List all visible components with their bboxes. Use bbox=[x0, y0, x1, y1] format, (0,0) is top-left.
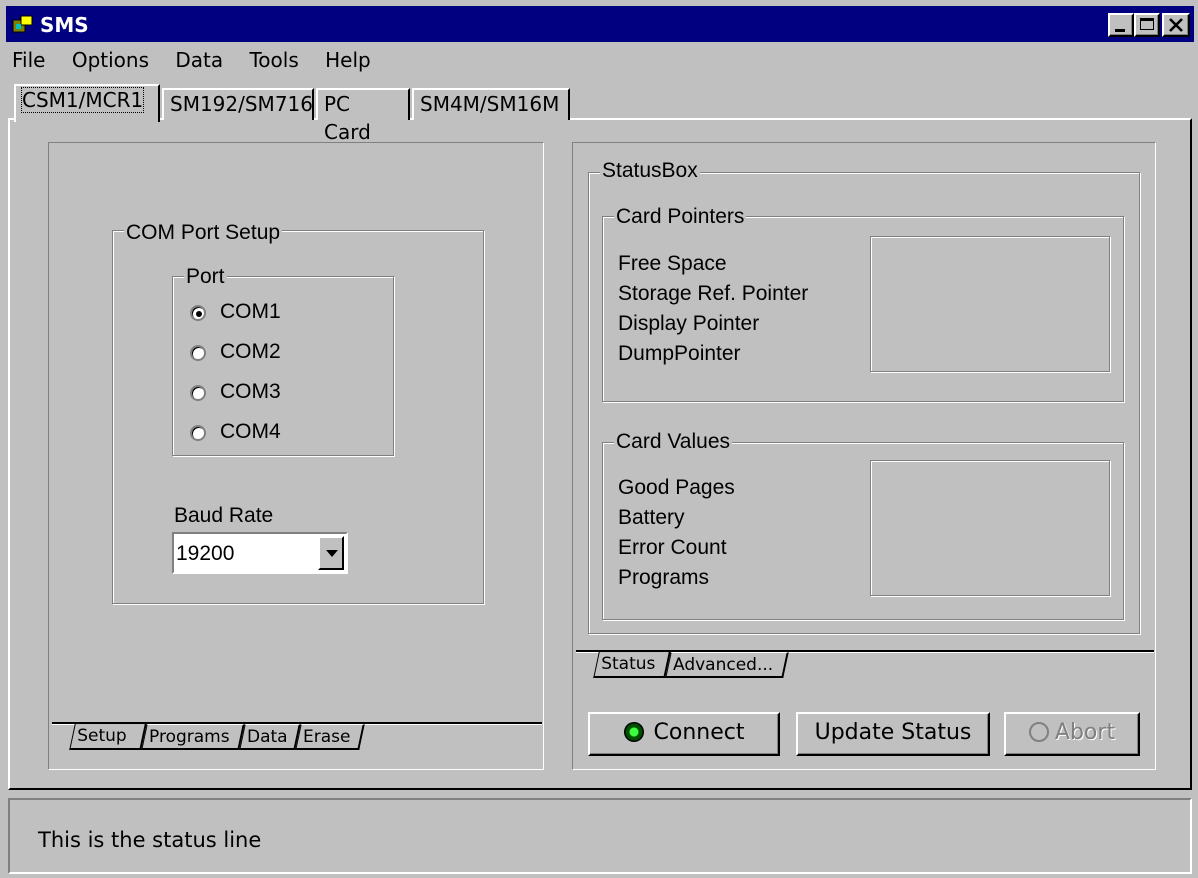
error-count-label: Error Count bbox=[618, 536, 727, 559]
close-button[interactable] bbox=[1162, 13, 1190, 37]
update-status-button[interactable]: Update Status bbox=[796, 712, 990, 756]
title-bar[interactable]: SMS bbox=[6, 6, 1194, 42]
window-title: SMS bbox=[40, 13, 89, 37]
storage-ref-pointer-label: Storage Ref. Pointer bbox=[618, 282, 809, 305]
baud-rate-label: Baud Rate bbox=[174, 504, 274, 527]
card-values-display bbox=[870, 460, 1110, 596]
tab-advanced[interactable]: Advanced... bbox=[665, 652, 789, 678]
tab-sm4m-sm16m[interactable]: SM4M/SM16M bbox=[412, 88, 570, 120]
tab-sm192-sm716[interactable]: SM192/SM716 bbox=[162, 88, 314, 120]
battery-label: Battery bbox=[618, 506, 685, 529]
display-pointer-label: Display Pointer bbox=[618, 312, 760, 335]
connect-button[interactable]: Connect bbox=[588, 712, 780, 756]
com-port-setup-label: COM Port Setup bbox=[124, 221, 283, 244]
com2-radio[interactable] bbox=[190, 345, 206, 361]
tab-status[interactable]: Status bbox=[593, 652, 671, 678]
good-pages-label: Good Pages bbox=[618, 476, 735, 499]
com4-label: COM4 bbox=[220, 420, 281, 443]
baud-rate-select[interactable]: 19200 bbox=[172, 532, 348, 574]
abort-icon bbox=[1028, 722, 1049, 742]
com3-label: COM3 bbox=[220, 380, 281, 403]
minimize-button[interactable] bbox=[1108, 13, 1134, 37]
card-values-label: Card Values bbox=[614, 430, 733, 453]
com1-radio[interactable] bbox=[190, 305, 206, 321]
menu-file[interactable]: File bbox=[12, 48, 45, 72]
menu-tools[interactable]: Tools bbox=[249, 48, 298, 72]
menu-data[interactable]: Data bbox=[175, 48, 223, 72]
status-bar: This is the status line bbox=[8, 798, 1192, 874]
tab-data[interactable]: Data bbox=[239, 724, 301, 750]
programs-label: Programs bbox=[618, 566, 710, 589]
com4-radio[interactable] bbox=[190, 425, 206, 441]
status-line-text: This is the status line bbox=[38, 828, 262, 852]
maximize-button[interactable] bbox=[1134, 13, 1160, 37]
tab-programs[interactable]: Programs bbox=[141, 724, 245, 750]
com1-label: COM1 bbox=[220, 300, 281, 323]
com2-label: COM2 bbox=[220, 340, 281, 363]
status-led-icon bbox=[623, 722, 644, 742]
card-pointers-display bbox=[870, 236, 1110, 372]
close-icon bbox=[1169, 18, 1183, 32]
menu-help[interactable]: Help bbox=[325, 48, 371, 72]
app-window: SMS File Options Data Tools Help CSM1/MC… bbox=[0, 0, 1198, 878]
minimize-icon bbox=[1115, 29, 1125, 32]
tab-erase[interactable]: Erase bbox=[295, 724, 365, 750]
app-icon bbox=[12, 15, 33, 33]
tab-setup[interactable]: Setup bbox=[69, 724, 147, 750]
dump-pointer-label: DumpPointer bbox=[618, 342, 741, 365]
menu-options[interactable]: Options bbox=[72, 48, 149, 72]
maximize-icon bbox=[1140, 18, 1154, 30]
selected-dot-icon bbox=[196, 311, 202, 317]
card-pointers-label: Card Pointers bbox=[614, 205, 747, 228]
menu-bar: File Options Data Tools Help bbox=[6, 48, 379, 78]
port-label: Port bbox=[184, 265, 227, 288]
tab-csm1-mcr1[interactable]: CSM1/MCR1 bbox=[14, 84, 160, 122]
com3-radio[interactable] bbox=[190, 385, 206, 401]
abort-button[interactable]: Abort bbox=[1004, 712, 1140, 756]
statusbox-label: StatusBox bbox=[600, 159, 700, 182]
chevron-down-icon[interactable] bbox=[318, 536, 344, 570]
baud-rate-value: 19200 bbox=[176, 542, 235, 565]
tab-pc-card[interactable]: PC Card bbox=[316, 88, 410, 144]
free-space-label: Free Space bbox=[618, 252, 727, 275]
